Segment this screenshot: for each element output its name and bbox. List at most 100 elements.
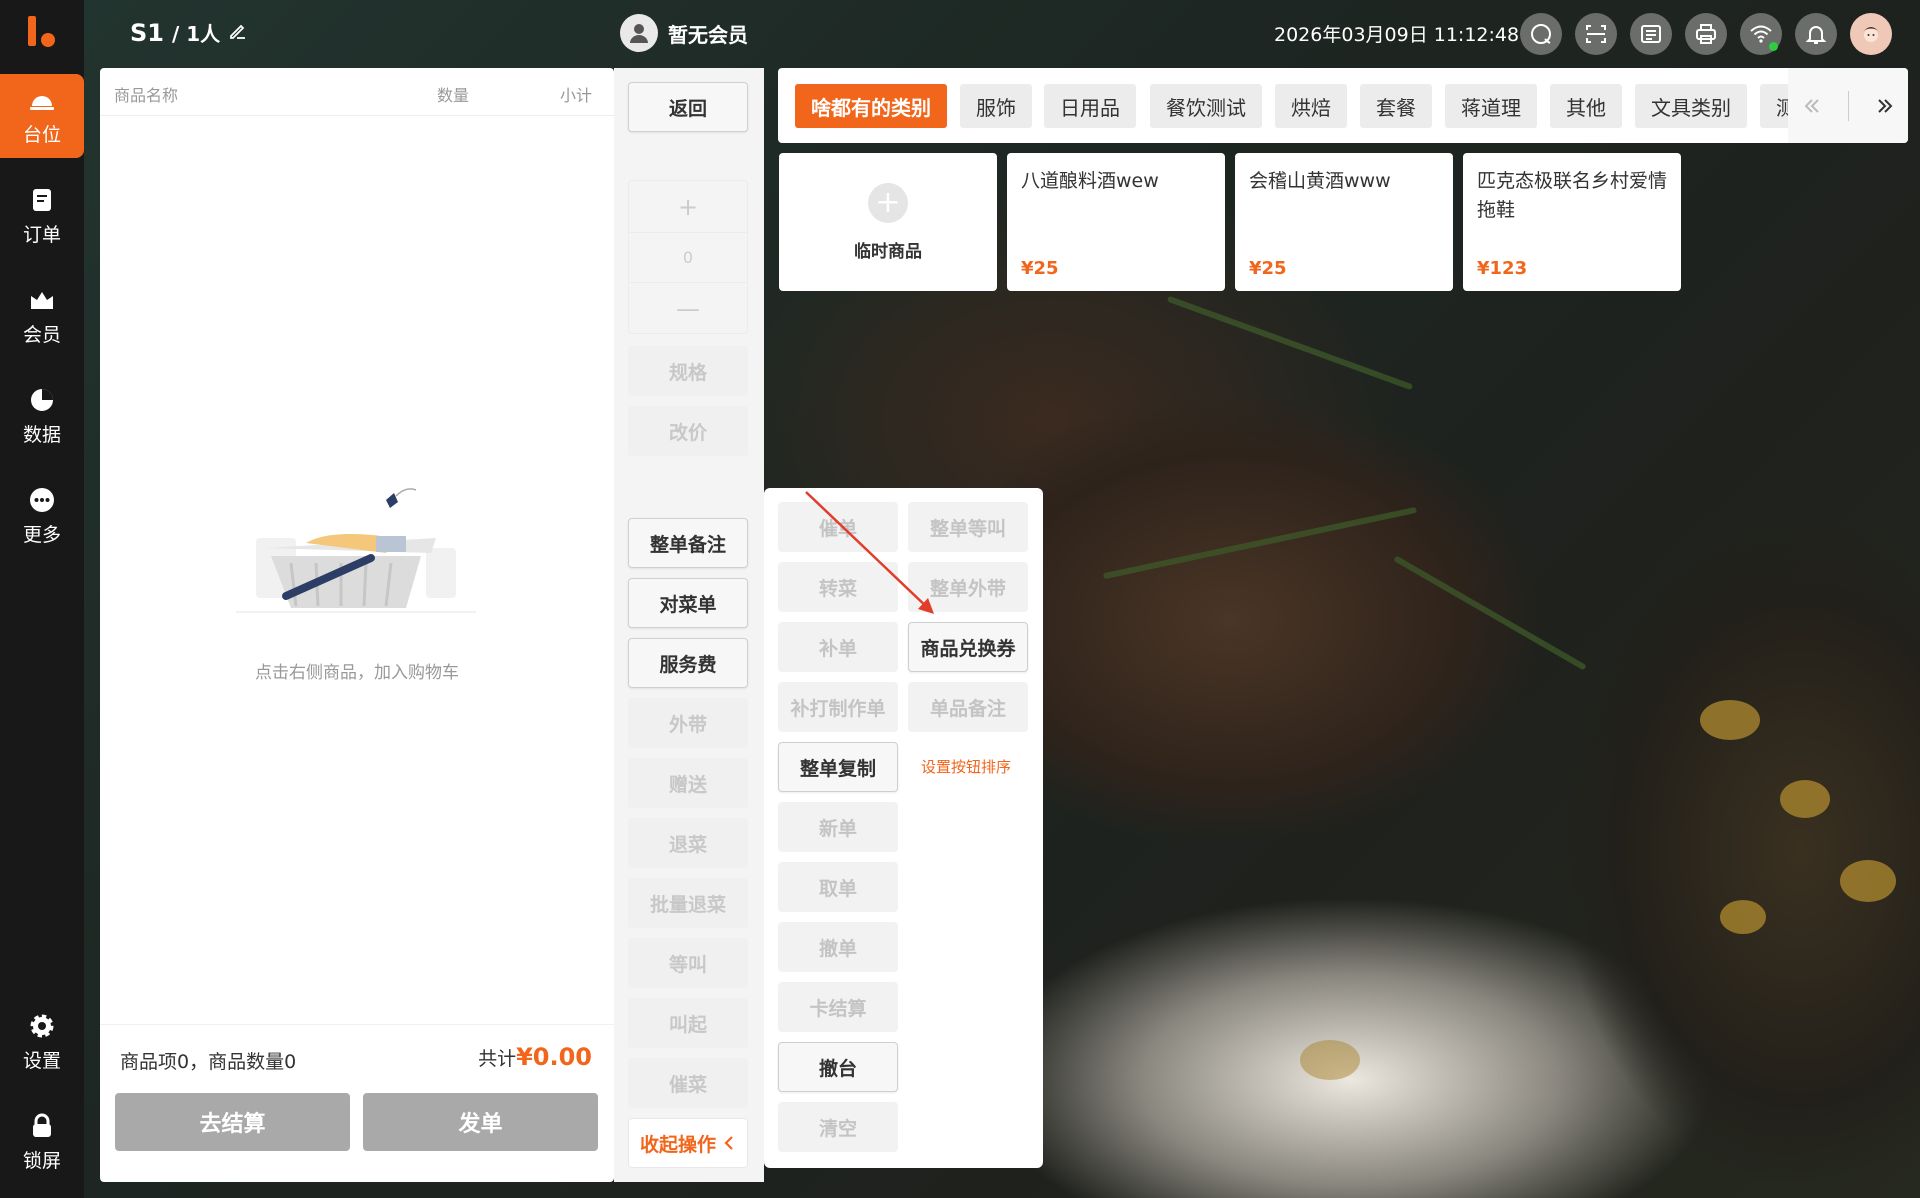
spec-button[interactable]: 规格 <box>628 346 748 396</box>
category-tab[interactable]: 啥都有的类别 <box>795 84 947 128</box>
user-avatar-icon <box>1863 27 1879 42</box>
take-order-button[interactable]: 取单 <box>778 862 898 912</box>
category-bar: 啥都有的类别 服饰 日用品 餐饮测试 烘焙 套餐 蒋道理 其他 文具类别 测 <box>778 68 1908 143</box>
cart-summary: 商品项0，商品数量0 <box>120 1051 297 1073</box>
add-order-button[interactable]: 补单 <box>778 622 898 672</box>
category-tab[interactable]: 餐饮测试 <box>1150 84 1262 128</box>
category-tab[interactable]: 蒋道理 <box>1445 84 1537 128</box>
double-chevron-right-icon[interactable] <box>1874 95 1896 117</box>
call-up-button[interactable]: 叫起 <box>628 998 748 1048</box>
increment-button[interactable]: + <box>629 181 747 232</box>
back-button[interactable]: 返回 <box>628 82 748 132</box>
category-tab[interactable]: 其他 <box>1550 84 1622 128</box>
member-icon <box>31 291 53 309</box>
side-nav: 台位 订单 会员 数据 更多 设置 锁屏 <box>0 0 84 1198</box>
sort-buttons-link[interactable]: 设置按钮排序 <box>906 756 1026 777</box>
whole-hold-button[interactable]: 整单等叫 <box>908 502 1028 552</box>
category-tab[interactable]: 套餐 <box>1360 84 1432 128</box>
member-selector[interactable]: 暂无会员 <box>620 14 748 52</box>
more-actions-popup: 催单 整单等叫 转菜 整单外带 补单 商品兑换券 补打制作单 单品备注 整单复制… <box>764 488 1043 1168</box>
send-order-button[interactable]: 发单 <box>363 1093 598 1151</box>
product-card[interactable]: 会稽山黄酒www ¥25 <box>1235 153 1453 291</box>
search-button[interactable] <box>1520 13 1562 55</box>
reprice-button[interactable]: 改价 <box>628 406 748 456</box>
new-order-button[interactable]: 新单 <box>778 802 898 852</box>
action-column: 返回 + 0 — 规格 改价 整单备注 对菜单 服务费 外带 赠送 退菜 批量退… <box>614 68 764 1182</box>
cart-footer: 商品项0，商品数量0 共计¥0.00 去结算 发单 <box>100 1024 614 1182</box>
transfer-dish-button[interactable]: 转菜 <box>778 562 898 612</box>
chevron-left-icon <box>724 1136 733 1150</box>
return-dish-button[interactable]: 退菜 <box>628 818 748 868</box>
order-note-button[interactable]: 整单备注 <box>628 518 748 568</box>
clear-table-button[interactable]: 撤台 <box>778 1042 898 1092</box>
app-logo-icon <box>28 16 55 47</box>
table-number[interactable]: S1 / 1人 <box>130 18 248 47</box>
category-tab[interactable]: 日用品 <box>1044 84 1136 128</box>
scan-icon <box>1586 25 1606 43</box>
rush-dish-button[interactable]: 催菜 <box>628 1058 748 1108</box>
item-note-button[interactable]: 单品备注 <box>908 682 1028 732</box>
cancel-order-button[interactable]: 撤单 <box>778 922 898 972</box>
card-settle-button[interactable]: 卡结算 <box>778 982 898 1032</box>
category-tab[interactable]: 服饰 <box>960 84 1032 128</box>
check-menu-button[interactable]: 对菜单 <box>628 578 748 628</box>
hold-button[interactable]: 等叫 <box>628 938 748 988</box>
nav-item-settings[interactable]: 设置 <box>0 1000 84 1084</box>
print-button[interactable] <box>1685 13 1727 55</box>
user-avatar[interactable] <box>1850 13 1892 55</box>
clear-button[interactable]: 清空 <box>778 1102 898 1152</box>
person-icon <box>630 24 648 43</box>
coupon-exchange-button[interactable]: 商品兑换券 <box>908 622 1028 672</box>
category-pager <box>1788 68 1908 143</box>
notification-button[interactable] <box>1795 13 1837 55</box>
printer-icon <box>1696 24 1716 44</box>
checkout-button[interactable]: 去结算 <box>115 1093 350 1151</box>
bell-icon <box>1805 26 1827 44</box>
order-icon <box>33 188 51 211</box>
order-list-button[interactable] <box>1630 13 1672 55</box>
nav-item-orders[interactable]: 订单 <box>0 174 84 258</box>
total-amount: ¥0.00 <box>516 1043 592 1071</box>
copy-order-button[interactable]: 整单复制 <box>778 742 898 792</box>
chart-icon <box>31 388 53 411</box>
batch-return-button[interactable]: 批量退菜 <box>628 878 748 928</box>
nav-item-members[interactable]: 会员 <box>0 274 84 358</box>
product-card[interactable]: 匹克态极联名乡村爱情拖鞋 ¥123 <box>1463 153 1681 291</box>
empty-cart-text: 点击右侧商品，加入购物车 <box>255 663 459 683</box>
product-card-temporary[interactable]: + 临时商品 <box>779 153 997 291</box>
product-card[interactable]: 八道酿料酒wew ¥25 <box>1007 153 1225 291</box>
nav-item-more[interactable]: 更多 <box>0 474 84 558</box>
nav-item-table[interactable]: 台位 <box>0 74 84 158</box>
whole-takeout-button[interactable]: 整单外带 <box>908 562 1028 612</box>
member-avatar <box>620 14 658 52</box>
category-tab[interactable]: 烘焙 <box>1275 84 1347 128</box>
wifi-status[interactable] <box>1740 13 1782 55</box>
table-icon <box>30 95 54 110</box>
quantity-value: 0 <box>629 232 747 283</box>
search-icon <box>1531 24 1551 44</box>
gear-icon <box>30 1014 54 1037</box>
quantity-stepper: + 0 — <box>628 180 748 334</box>
col-product-name: 商品名称 <box>114 86 179 105</box>
service-fee-button[interactable]: 服务费 <box>628 638 748 688</box>
double-chevron-left-icon[interactable] <box>1801 95 1823 117</box>
collapse-actions-button[interactable]: 收起操作 <box>628 1118 748 1168</box>
cart-total: 共计¥0.00 <box>478 1043 592 1071</box>
gift-button[interactable]: 赠送 <box>628 758 748 808</box>
scan-button[interactable] <box>1575 13 1617 55</box>
reprint-button[interactable]: 补打制作单 <box>778 682 898 732</box>
datetime: 2026年03月09日 11:12:48 <box>1274 24 1520 46</box>
list-icon <box>1641 25 1661 43</box>
lock-icon <box>33 1113 51 1137</box>
nav-item-lock[interactable]: 锁屏 <box>0 1100 84 1184</box>
takeout-button[interactable]: 外带 <box>628 698 748 748</box>
plus-icon: + <box>868 182 908 223</box>
category-tab[interactable]: 文具类别 <box>1635 84 1747 128</box>
nav-item-data[interactable]: 数据 <box>0 374 84 458</box>
rush-order-button[interactable]: 催单 <box>778 502 898 552</box>
decrement-button[interactable]: — <box>629 283 747 334</box>
empty-cart-illustration <box>236 488 476 613</box>
col-quantity: 数量 <box>437 86 470 105</box>
edit-icon[interactable] <box>228 21 248 41</box>
online-dot <box>1769 42 1778 51</box>
